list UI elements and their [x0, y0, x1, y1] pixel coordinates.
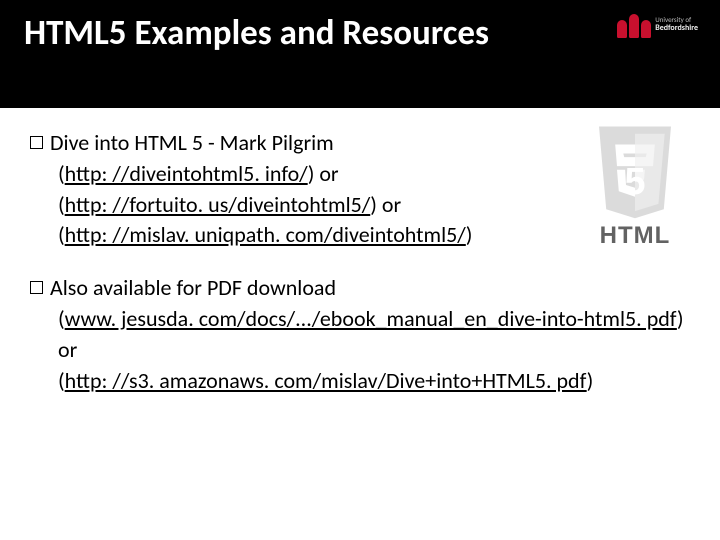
link[interactable]: http: //fortuito. us/diveintohtml5/	[65, 191, 371, 218]
bullet-line: (http: //diveintohtml5. info/) or	[30, 159, 690, 190]
link[interactable]: http: //s3. amazonaws. com/mislav/Dive+i…	[65, 367, 587, 394]
slide-title: HTML5 Examples and Resources	[24, 12, 544, 56]
slide-header: HTML5 Examples and Resources University …	[0, 0, 720, 108]
slide-content: Dive into HTML 5 - Mark Pilgrim (http: /…	[0, 108, 720, 428]
university-name: University of Bedfordshire	[655, 14, 698, 32]
link[interactable]: http: //mislav. uniqpath. com/diveintoht…	[65, 221, 466, 248]
university-mark-icon	[617, 14, 651, 38]
link[interactable]: http: //diveintohtml5. info/	[65, 160, 308, 187]
bullet-item: Dive into HTML 5 - Mark Pilgrim (http: /…	[30, 128, 690, 251]
university-logo: University of Bedfordshire	[617, 14, 698, 38]
bullet-line: (www. jesusda. com/docs/.../ebook_manual…	[30, 304, 690, 366]
bullet-lead: Dive into HTML 5 - Mark Pilgrim	[50, 129, 334, 156]
bullet-line: (http: //s3. amazonaws. com/mislav/Dive+…	[30, 366, 690, 397]
bullet-marker-icon	[30, 136, 43, 149]
bullet-marker-icon	[30, 281, 43, 294]
bullet-item: Also available for PDF download (www. je…	[30, 273, 690, 396]
bullet-line: (http: //fortuito. us/diveintohtml5/) or	[30, 190, 690, 221]
bullet-line: (http: //mislav. uniqpath. com/diveintoh…	[30, 220, 690, 251]
bullet-lead: Also available for PDF download	[50, 274, 336, 301]
link[interactable]: www. jesusda. com/docs/.../ebook_manual_…	[65, 305, 677, 332]
